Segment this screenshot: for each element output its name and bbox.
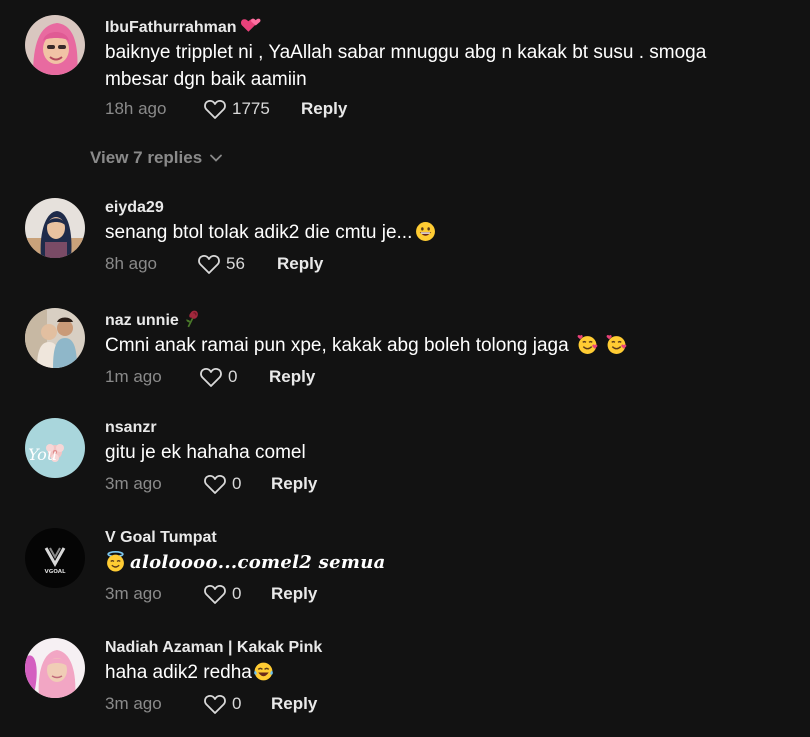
heart-icon bbox=[204, 585, 226, 604]
heart-icon bbox=[198, 255, 220, 274]
avatar[interactable] bbox=[25, 638, 85, 698]
timestamp: 3m ago bbox=[105, 474, 162, 493]
like-button[interactable]: 0 bbox=[203, 473, 271, 495]
like-button[interactable]: 0 bbox=[203, 693, 271, 715]
timestamp: 8h ago bbox=[105, 254, 157, 273]
smiling-face-with-hearts-icon bbox=[606, 334, 627, 355]
heart-icon bbox=[204, 695, 226, 714]
username[interactable]: nsanzr bbox=[105, 418, 795, 438]
avatar-pink-hijab-image bbox=[25, 638, 85, 698]
comment-list: IbuFathurrahman baiknye tripplet ni , Ya… bbox=[0, 0, 810, 737]
chevron-down-icon bbox=[210, 154, 223, 162]
avatar-hijab-pink-image bbox=[25, 15, 85, 75]
like-count: 1775 bbox=[232, 99, 270, 118]
like-button[interactable]: 0 bbox=[203, 583, 271, 605]
avatar[interactable] bbox=[25, 15, 85, 75]
timestamp: 3m ago bbox=[105, 584, 162, 603]
view-replies-button[interactable]: View 7 replies bbox=[90, 148, 223, 168]
username[interactable]: eiyda29 bbox=[105, 198, 795, 218]
like-count: 0 bbox=[232, 584, 242, 603]
face-with-tears-of-joy-icon bbox=[253, 661, 274, 682]
svg-text:VGOAL: VGOAL bbox=[44, 569, 66, 575]
reply-button[interactable]: Reply bbox=[269, 367, 315, 387]
comment-text: haha adik2 redha bbox=[105, 659, 795, 686]
grinning-face-icon bbox=[415, 221, 436, 242]
reply-button[interactable]: Reply bbox=[271, 474, 317, 494]
reply-button[interactable]: Reply bbox=[271, 584, 317, 604]
comment-text: Cmni anak ramai pun xpe, kakak abg boleh… bbox=[105, 332, 795, 359]
reply-button[interactable]: Reply bbox=[301, 99, 347, 119]
username[interactable]: IbuFathurrahman bbox=[105, 15, 795, 38]
timestamp: 3m ago bbox=[105, 694, 162, 713]
reply-button[interactable]: Reply bbox=[277, 254, 323, 274]
timestamp: 1m ago bbox=[105, 367, 162, 386]
like-count: 56 bbox=[226, 254, 245, 273]
svg-text:You: You bbox=[28, 445, 57, 464]
smiling-face-with-halo-icon bbox=[105, 551, 126, 572]
avatar[interactable] bbox=[25, 308, 85, 368]
wilted-rose-icon bbox=[182, 308, 203, 329]
avatar[interactable]: You bbox=[25, 418, 85, 478]
smiling-face-with-hearts-icon bbox=[577, 334, 598, 355]
like-button[interactable]: 56 bbox=[197, 253, 277, 275]
like-button[interactable]: 1775 bbox=[203, 98, 301, 120]
heart-icon bbox=[200, 368, 222, 387]
username[interactable]: Nadiah Azaman | Kakak Pink bbox=[105, 638, 795, 658]
like-count: 0 bbox=[232, 694, 242, 713]
like-count: 0 bbox=[232, 474, 242, 493]
reply-button[interactable]: Reply bbox=[271, 694, 317, 714]
view-replies-label: View 7 replies bbox=[90, 148, 203, 167]
heart-icon bbox=[204, 475, 226, 494]
timestamp: 18h ago bbox=[105, 99, 167, 118]
comment-text: 𝒂𝒍𝒐𝒍𝒐𝒐𝒐𝒐...𝒄𝒐𝒎𝒆𝒍2 𝒔𝒆𝒎𝒖𝒂 bbox=[105, 549, 795, 576]
comment-text: baiknye tripplet ni , YaAllah sabar mnug… bbox=[105, 42, 707, 90]
username[interactable]: naz unnie bbox=[105, 308, 795, 331]
two-hearts-icon bbox=[240, 15, 261, 36]
avatar[interactable] bbox=[25, 198, 85, 258]
avatar-couple-photo-image bbox=[25, 308, 85, 368]
comment-text: senang btol tolak adik2 die cmtu je... bbox=[105, 219, 795, 246]
comment-text: gitu je ek hahaha comel bbox=[105, 442, 306, 463]
avatar-hijab-navy-image bbox=[25, 198, 85, 258]
avatar[interactable]: VGOAL bbox=[25, 528, 85, 588]
like-button[interactable]: 0 bbox=[199, 366, 269, 388]
username[interactable]: V Goal Tumpat bbox=[105, 528, 795, 548]
avatar-vgoal-logo-image: VGOAL bbox=[25, 528, 85, 588]
avatar-flower-image: You bbox=[25, 418, 85, 478]
like-count: 0 bbox=[228, 367, 238, 386]
heart-icon bbox=[204, 100, 226, 119]
